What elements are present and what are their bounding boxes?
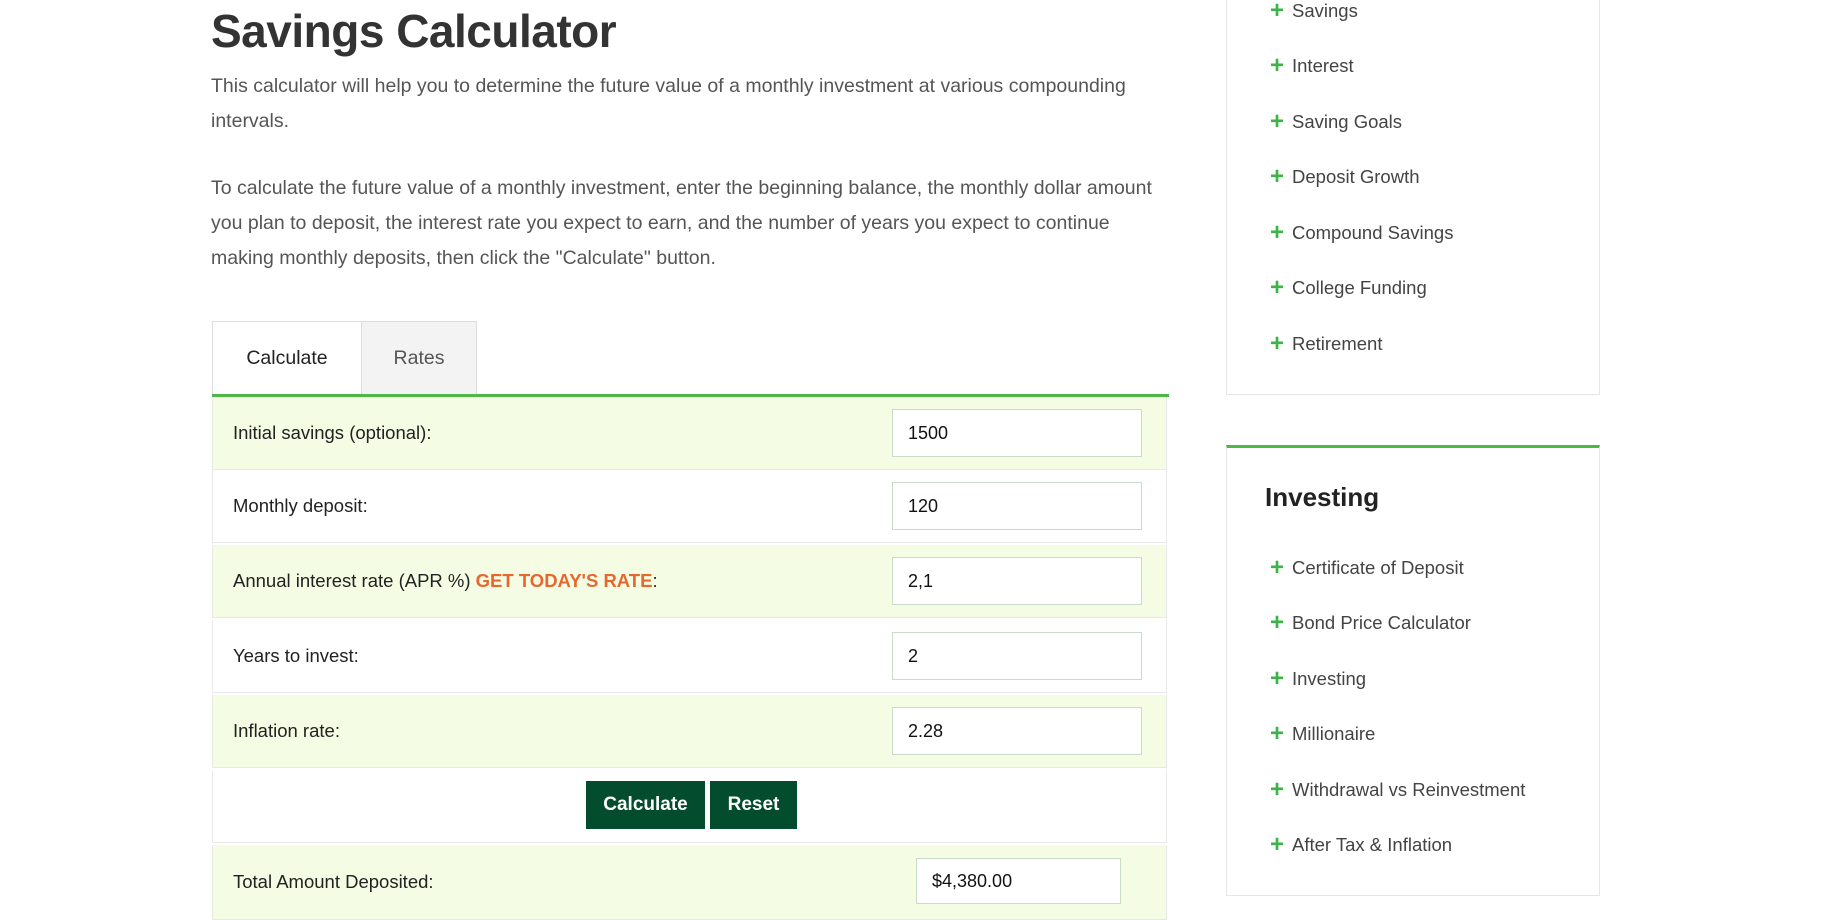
plus-icon: +: [1270, 831, 1285, 858]
total-deposited-row: Total Amount Deposited:: [212, 845, 1167, 920]
plus-icon: +: [1270, 163, 1285, 190]
sidebar-item-label: Compound Savings: [1292, 222, 1454, 243]
years-label: Years to invest:: [233, 645, 359, 666]
initial-savings-label: Initial savings (optional):: [233, 422, 432, 443]
calculate-button[interactable]: Calculate: [586, 781, 705, 829]
plus-icon: +: [1270, 0, 1285, 24]
investing-heading: Investing: [1265, 482, 1380, 512]
sidebar-item-bond-price[interactable]: + Bond Price Calculator: [1270, 609, 1471, 636]
interest-rate-row: Annual interest rate (APR %) GET TODAY'S…: [212, 545, 1167, 618]
plus-icon: +: [1270, 52, 1285, 79]
page-title: Savings Calculator: [211, 5, 617, 57]
inflation-row: Inflation rate:: [212, 695, 1167, 768]
interest-rate-label: Annual interest rate (APR %) GET TODAY'S…: [233, 570, 658, 592]
plus-icon: +: [1270, 330, 1285, 357]
sidebar-item-label: Certificate of Deposit: [1292, 557, 1464, 578]
plus-icon: +: [1270, 776, 1285, 803]
total-deposited-output: [916, 858, 1121, 904]
sidebar-item-label: Deposit Growth: [1292, 166, 1420, 187]
initial-savings-row: Initial savings (optional):: [212, 397, 1167, 470]
sidebar-item-millionaire[interactable]: + Millionaire: [1270, 720, 1376, 747]
inflation-label: Inflation rate:: [233, 720, 340, 741]
interest-rate-label-text: Annual interest rate (APR %): [233, 570, 471, 591]
plus-icon: +: [1270, 108, 1285, 135]
years-row: Years to invest:: [212, 620, 1167, 693]
sidebar-item-label: College Funding: [1292, 277, 1427, 298]
sidebar-item-label: Bond Price Calculator: [1292, 612, 1471, 633]
interest-rate-input[interactable]: [892, 557, 1142, 605]
sidebar-item-label: Investing: [1292, 668, 1367, 689]
calculator-tabs: Calculate Rates: [212, 321, 477, 396]
reset-button[interactable]: Reset: [710, 781, 797, 829]
sidebar-item-savings[interactable]: + Savings: [1270, 0, 1358, 24]
plus-icon: +: [1270, 609, 1285, 636]
years-input[interactable]: [892, 632, 1142, 680]
tab-rates[interactable]: Rates: [362, 321, 477, 395]
sidebar-item-investing[interactable]: + Investing: [1270, 665, 1367, 692]
total-deposited-label: Total Amount Deposited:: [233, 871, 434, 892]
sidebar-item-retirement[interactable]: + Retirement: [1270, 330, 1383, 357]
plus-icon: +: [1270, 274, 1285, 301]
sidebar-item-deposit-growth[interactable]: + Deposit Growth: [1270, 163, 1420, 190]
sidebar-item-certificate-of-deposit[interactable]: + Certificate of Deposit: [1270, 554, 1464, 581]
sidebar-item-label: Millionaire: [1292, 723, 1376, 744]
intro-text: This calculator will help you to determi…: [211, 75, 1126, 132]
buttons-row: Calculate Reset: [212, 770, 1167, 843]
plus-icon: +: [1270, 720, 1285, 747]
monthly-deposit-label: Monthly deposit:: [233, 495, 368, 516]
tab-calculate[interactable]: Calculate: [212, 321, 362, 395]
sidebar-item-compound-savings[interactable]: + Compound Savings: [1270, 219, 1454, 246]
sidebar-item-saving-goals[interactable]: + Saving Goals: [1270, 108, 1403, 135]
interest-rate-label-suffix: :: [652, 570, 658, 591]
sidebar-item-college-funding[interactable]: + College Funding: [1270, 274, 1427, 301]
sidebar-item-label: After Tax & Inflation: [1292, 834, 1453, 855]
sidebar-item-label: Retirement: [1292, 333, 1383, 354]
sidebar-item-label: Interest: [1292, 55, 1354, 76]
instructions-text: To calculate the future value of a month…: [211, 177, 1152, 269]
get-todays-rate-link[interactable]: GET TODAY'S RATE: [476, 570, 653, 591]
sidebar-item-after-tax-inflation[interactable]: + After Tax & Inflation: [1270, 831, 1453, 858]
sidebar-item-label: Savings: [1292, 0, 1358, 21]
sidebar-item-label: Withdrawal vs Reinvestment: [1292, 779, 1526, 800]
inflation-input[interactable]: [892, 707, 1142, 755]
plus-icon: +: [1270, 554, 1285, 581]
monthly-deposit-row: Monthly deposit:: [212, 470, 1167, 543]
monthly-deposit-input[interactable]: [892, 482, 1142, 530]
sidebar-item-withdrawal-vs-reinvestment[interactable]: + Withdrawal vs Reinvestment: [1270, 776, 1526, 803]
initial-savings-input[interactable]: [892, 409, 1142, 457]
sidebar-item-label: Saving Goals: [1292, 111, 1403, 132]
plus-icon: +: [1270, 665, 1285, 692]
plus-icon: +: [1270, 219, 1285, 246]
sidebar-item-interest[interactable]: + Interest: [1270, 52, 1354, 79]
